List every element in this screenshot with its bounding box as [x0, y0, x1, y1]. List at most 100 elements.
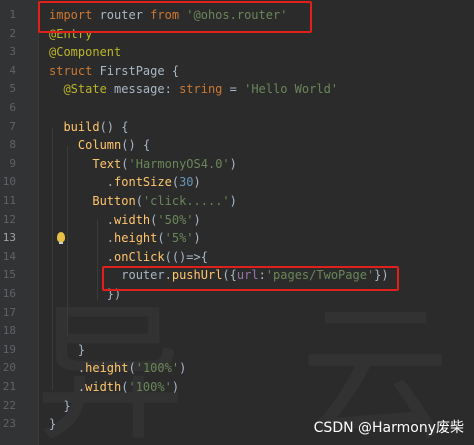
- code-token: width: [114, 212, 151, 227]
- code-token: height: [85, 361, 129, 376]
- gutter-divider: [38, 0, 39, 445]
- code-line[interactable]: Button('click.....'): [49, 192, 237, 211]
- line-number: 16: [2, 287, 16, 300]
- line-number: 22: [2, 398, 16, 412]
- line-number: 15: [2, 268, 16, 282]
- code-token: ): [171, 380, 180, 394]
- code-token: FirstPage: [99, 63, 172, 78]
- code-line[interactable]: .width('100%'): [49, 378, 179, 397]
- pushurl-highlight-box: [102, 266, 399, 291]
- code-editor[interactable]: 异 云 123456789101112131415161718192021222…: [0, 0, 474, 445]
- line-number: 5: [9, 82, 16, 96]
- code-token: (: [171, 175, 180, 190]
- code-line[interactable]: Column() {: [49, 136, 150, 155]
- code-line[interactable]: Text('HarmonyOS4.0'): [49, 155, 237, 174]
- code-line[interactable]: @Component: [49, 43, 121, 62]
- code-line[interactable]: }: [49, 341, 85, 360]
- code-token: () {: [99, 119, 129, 134]
- code-token: ): [193, 212, 201, 227]
- code-token: .: [49, 380, 86, 394]
- code-token: message: [114, 82, 165, 97]
- line-number: 7: [9, 119, 16, 133]
- code-token: (: [157, 231, 165, 246]
- line-number: 19: [2, 342, 16, 356]
- code-line[interactable]: @State message: string = 'Hello World': [49, 80, 338, 99]
- code-token: }: [49, 398, 71, 413]
- code-line[interactable]: .height('100%'): [49, 359, 186, 378]
- code-token: .: [49, 175, 115, 190]
- code-token: .: [49, 249, 115, 264]
- line-number: 23: [2, 417, 16, 431]
- line-number: 13: [2, 231, 16, 245]
- code-token: (: [128, 361, 136, 376]
- code-token: Column: [77, 138, 122, 153]
- line-number: 8: [9, 138, 16, 152]
- code-token: =: [229, 82, 245, 97]
- code-token: }: [49, 342, 86, 357]
- line-number-gutter: 1 2 3 4 5 6 7 8 9 10 11 12 13 14 15 16 17 18 19 20 21 22 23: [0, 0, 38, 445]
- code-token: ): [193, 231, 201, 246]
- code-token: ): [179, 361, 187, 376]
- line-number: 11: [2, 194, 16, 207]
- code-token: onClick: [114, 249, 165, 264]
- code-token: width: [85, 380, 122, 394]
- line-number: 12: [2, 212, 16, 226]
- line-number: 18: [2, 324, 16, 338]
- code-token: (()=>{: [164, 249, 208, 264]
- code-token: }: [49, 417, 57, 432]
- code-token: ): [229, 194, 237, 208]
- code-token: (: [135, 194, 143, 208]
- line-number: 4: [9, 63, 16, 77]
- line-number: 20: [2, 361, 16, 375]
- line-number: 1: [9, 8, 16, 21]
- code-line[interactable]: .height('5%'): [49, 229, 201, 248]
- import-highlight-box: [38, 1, 312, 33]
- code-line[interactable]: .onClick(()=>{: [49, 248, 208, 267]
- code-token: 30: [179, 175, 194, 190]
- line-number: 2: [9, 26, 16, 40]
- code-token: Button: [92, 194, 136, 208]
- code-line[interactable]: struct FirstPage {: [49, 62, 179, 81]
- code-token: '100%': [135, 361, 180, 376]
- code-line[interactable]: .fontSize(30): [49, 173, 201, 192]
- code-line[interactable]: }: [49, 397, 71, 416]
- code-token: 'HarmonyOS4.0': [128, 156, 230, 171]
- line-number: 14: [2, 249, 16, 263]
- code-token: 'Hello World': [244, 82, 339, 97]
- watermark: CSDN @Harmony废柴: [313, 420, 464, 436]
- code-token: @State: [63, 82, 115, 97]
- code-token: :: [164, 82, 180, 97]
- line-number: 17: [2, 305, 16, 319]
- code-token: ): [229, 156, 237, 171]
- code-token: struct: [49, 63, 100, 78]
- code-token: .: [49, 361, 86, 376]
- code-token: '100%': [128, 380, 172, 394]
- lightbulb-icon[interactable]: [57, 232, 65, 244]
- code-token: Text: [92, 156, 122, 171]
- code-line[interactable]: }: [49, 415, 56, 434]
- line-number: 9: [9, 156, 16, 170]
- code-token: '5%': [164, 231, 194, 246]
- line-number: 6: [9, 101, 16, 114]
- code-token: fontSize: [114, 175, 172, 190]
- line-number: 10: [2, 175, 16, 189]
- code-token: () {: [121, 138, 151, 153]
- code-token: .: [49, 212, 115, 227]
- code-line[interactable]: .width('50%'): [49, 211, 201, 230]
- code-token: ): [193, 175, 201, 190]
- code-token: height: [114, 231, 158, 246]
- code-token: string: [179, 82, 230, 97]
- line-number: 21: [2, 380, 16, 393]
- code-token: {: [171, 63, 180, 78]
- code-token: '50%': [157, 212, 194, 227]
- code-token: 'click.....': [142, 194, 230, 208]
- code-line[interactable]: build() {: [49, 118, 128, 137]
- line-number: 3: [9, 45, 16, 59]
- code-token: @Component: [49, 45, 122, 60]
- code-token: build: [63, 119, 100, 134]
